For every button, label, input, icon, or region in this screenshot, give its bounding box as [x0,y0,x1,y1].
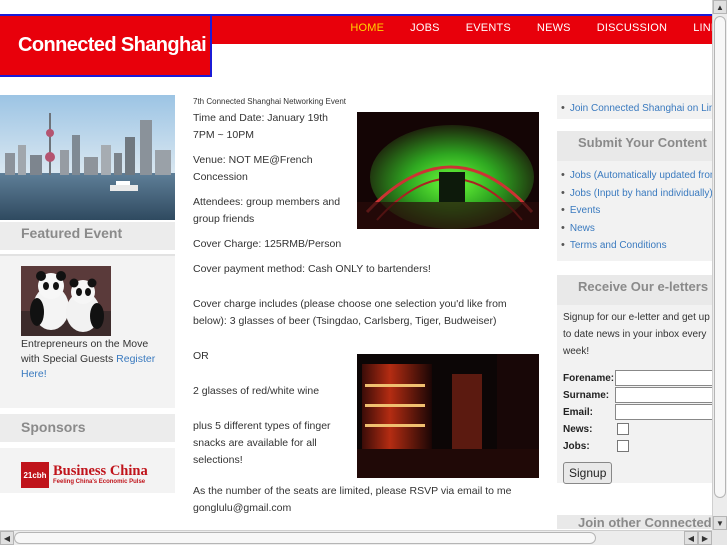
event-snacks: plus 5 different types of finger snacks … [193,420,331,466]
featured-event-header: Featured Event [0,222,175,250]
email-input[interactable] [615,404,715,420]
nav-jobs[interactable]: JOBS [410,22,440,34]
surname-row: Surname: [557,387,717,404]
sponsors-content: 21cbh Business China Feeling China's Eco… [0,448,175,493]
submit-link-jobs-hand[interactable]: Jobs (Input by hand individually) [561,185,717,203]
scroll-right-icon[interactable]: ▶ [698,531,712,545]
event-title: 7th Connected Shanghai Networking Event [193,97,346,106]
surname-label: Surname: [563,389,610,401]
submit-link-terms[interactable]: Terms and Conditions [561,237,717,255]
submit-link-jobs-auto[interactable]: Jobs (Automatically updated from [561,167,717,185]
horizontal-scrollbar[interactable]: ◀ ◀ ▶ [0,530,712,545]
main-nav: HOME JOBS EVENTS NEWS DISCUSSION LINKS [350,16,725,40]
bar-interior-image [357,354,539,478]
scroll-up-icon[interactable]: ▲ [713,0,727,14]
right-sidebar: Join Connected Shanghai on LinkedIn Subm… [557,95,717,484]
eletter-description: Signup for our e-letter and get up to da… [563,311,710,357]
news-label: News: [563,423,593,435]
jobs-label: Jobs: [563,440,590,452]
event-time: Time and Date: January 19th 7PM ~ 10PM [193,112,329,141]
pandas-image[interactable] [21,266,111,336]
join-linkedin-link[interactable]: Join Connected Shanghai on LinkedIn [561,100,717,118]
join-other-title: Join other Connected [557,515,715,529]
site-title: Connected Shanghai [18,34,207,56]
sponsor-name: Business China [53,463,148,479]
email-label: Email: [563,406,594,418]
left-sidebar: Featured Event Entrepreneurs on the Move… [0,95,175,493]
forename-input[interactable] [615,370,715,386]
scroll-left-icon[interactable]: ◀ [0,531,14,545]
surname-input[interactable] [615,387,715,403]
club-interior-image [357,112,539,229]
horizontal-scroll-thumb[interactable] [14,532,596,544]
sponsors-title: Sponsors [21,419,86,435]
eletter-signup-box: Receive Our e-letters Signup for our e-l… [557,274,717,484]
business-china-logo[interactable]: 21cbh Business China Feeling China's Eco… [21,462,175,488]
signup-button[interactable]: Signup [563,461,613,484]
sponsors-header: Sponsors [0,414,175,442]
news-checkbox[interactable] [617,423,629,435]
submit-content-title: Submit Your Content [557,131,717,161]
vertical-scrollbar[interactable]: ▲ ▼ [712,0,727,530]
jobs-checkbox[interactable] [617,440,629,452]
submit-content-box: Submit Your Content Jobs (Automatically … [557,131,717,261]
event-rsvp: As the number of the seats are limited, … [193,485,512,514]
event-includes: Cover charge includes (please choose one… [193,298,507,327]
submit-link-news[interactable]: News [561,220,717,238]
email-row: Email: [557,404,717,421]
vertical-scroll-thumb[interactable] [714,16,726,498]
nav-events[interactable]: EVENTS [466,22,511,34]
event-payment: Cover payment method: Cash ONLY to barte… [193,263,431,275]
featured-event-text: Entrepreneurs on the Move with Special G… [21,337,161,382]
news-row: News: [557,421,717,438]
jobs-row: Jobs: [557,438,717,455]
join-linkedin-box: Join Connected Shanghai on LinkedIn [557,95,717,119]
forename-label: Forename: [563,372,615,384]
event-venue: Venue: NOT ME@French Concession [193,154,313,183]
sponsor-tagline: Feeling China's Economic Pulse [53,479,146,485]
scroll-right-a-icon[interactable]: ◀ [684,531,698,545]
shanghai-skyline-image [0,95,175,220]
event-attendees: Attendees: group members and group frien… [193,196,341,225]
main-content: 7th Connected Shanghai Networking Event … [193,96,543,525]
submit-link-events[interactable]: Events [561,202,717,220]
forename-row: Forename: [557,370,717,387]
featured-event-title: Featured Event [21,225,123,241]
sponsor-text: Business China Feeling China's Economic … [53,464,148,486]
nav-discussion[interactable]: DISCUSSION [597,22,667,34]
scrollbar-corner [712,530,727,545]
scroll-down-icon[interactable]: ▼ [713,516,727,530]
nav-news[interactable]: NEWS [537,22,571,34]
site-logo[interactable]: Connected Shanghai [0,14,212,77]
featured-event-content: Entrepreneurs on the Move with Special G… [0,254,175,408]
nav-home[interactable]: HOME [350,22,384,34]
sponsor-mark: 21cbh [21,462,49,488]
eletter-title: Receive Our e-letters [557,274,717,305]
event-cover-charge: Cover Charge: 125RMB/Person [193,238,342,250]
